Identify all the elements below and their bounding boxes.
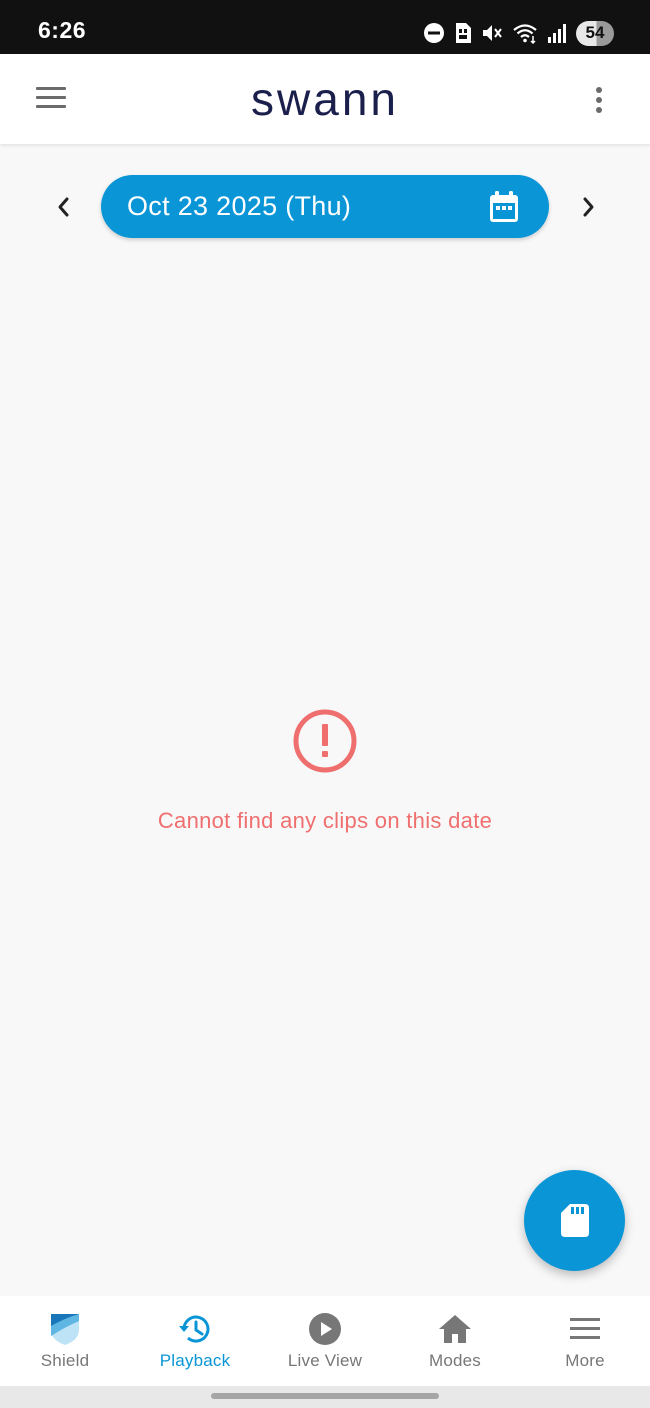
nav-label-playback: Playback — [159, 1351, 231, 1370]
status-bar: 6:26 54 — [0, 0, 650, 54]
nav-label-more: More — [565, 1351, 605, 1370]
chevron-right-icon[interactable] — [575, 194, 601, 220]
history-icon — [179, 1315, 210, 1343]
signal-icon — [548, 24, 566, 43]
nav-item-live-view[interactable]: Live View — [260, 1296, 390, 1386]
calendar-icon — [490, 191, 518, 222]
bottom-navigation: Shield Playback Live View Modes More — [0, 1296, 650, 1386]
sd-card-fab-button[interactable] — [524, 1170, 625, 1271]
menu-icon — [570, 1318, 600, 1339]
home-icon — [439, 1315, 471, 1343]
do-not-disturb-icon — [424, 23, 444, 43]
status-icons: 54 — [414, 18, 614, 48]
play-circle-icon — [309, 1313, 341, 1345]
nav-label-shield: Shield — [40, 1351, 90, 1370]
sd-card-icon — [561, 1204, 589, 1237]
mute-icon — [483, 25, 502, 41]
battery-icon: 54 — [576, 20, 614, 46]
nav-item-shield[interactable]: Shield — [0, 1296, 130, 1386]
empty-state-message: Cannot find any clips on this date — [157, 808, 493, 833]
selected-date: Oct 23 2025 (Thu) — [127, 191, 352, 221]
shield-icon — [51, 1314, 79, 1345]
nav-label-modes: Modes — [428, 1351, 482, 1370]
sim-icon — [456, 23, 471, 43]
nav-item-playback[interactable]: Playback — [130, 1296, 260, 1386]
nav-item-modes[interactable]: Modes — [390, 1296, 520, 1386]
more-vertical-icon[interactable] — [594, 87, 604, 115]
chevron-left-icon[interactable] — [51, 194, 77, 220]
app-bar: swann — [0, 54, 650, 144]
error-circle-icon — [293, 709, 357, 773]
date-picker-button[interactable]: Oct 23 2025 (Thu) — [101, 175, 549, 238]
home-gesture-bar[interactable] — [211, 1393, 439, 1399]
swann-logo: swann — [251, 73, 399, 125]
nav-item-more[interactable]: More — [520, 1296, 650, 1386]
nav-label-live-view: Live View — [287, 1351, 363, 1370]
status-time: 6:26 — [38, 17, 87, 43]
gesture-navigation-area — [0, 1386, 650, 1408]
wifi-icon — [513, 24, 537, 44]
